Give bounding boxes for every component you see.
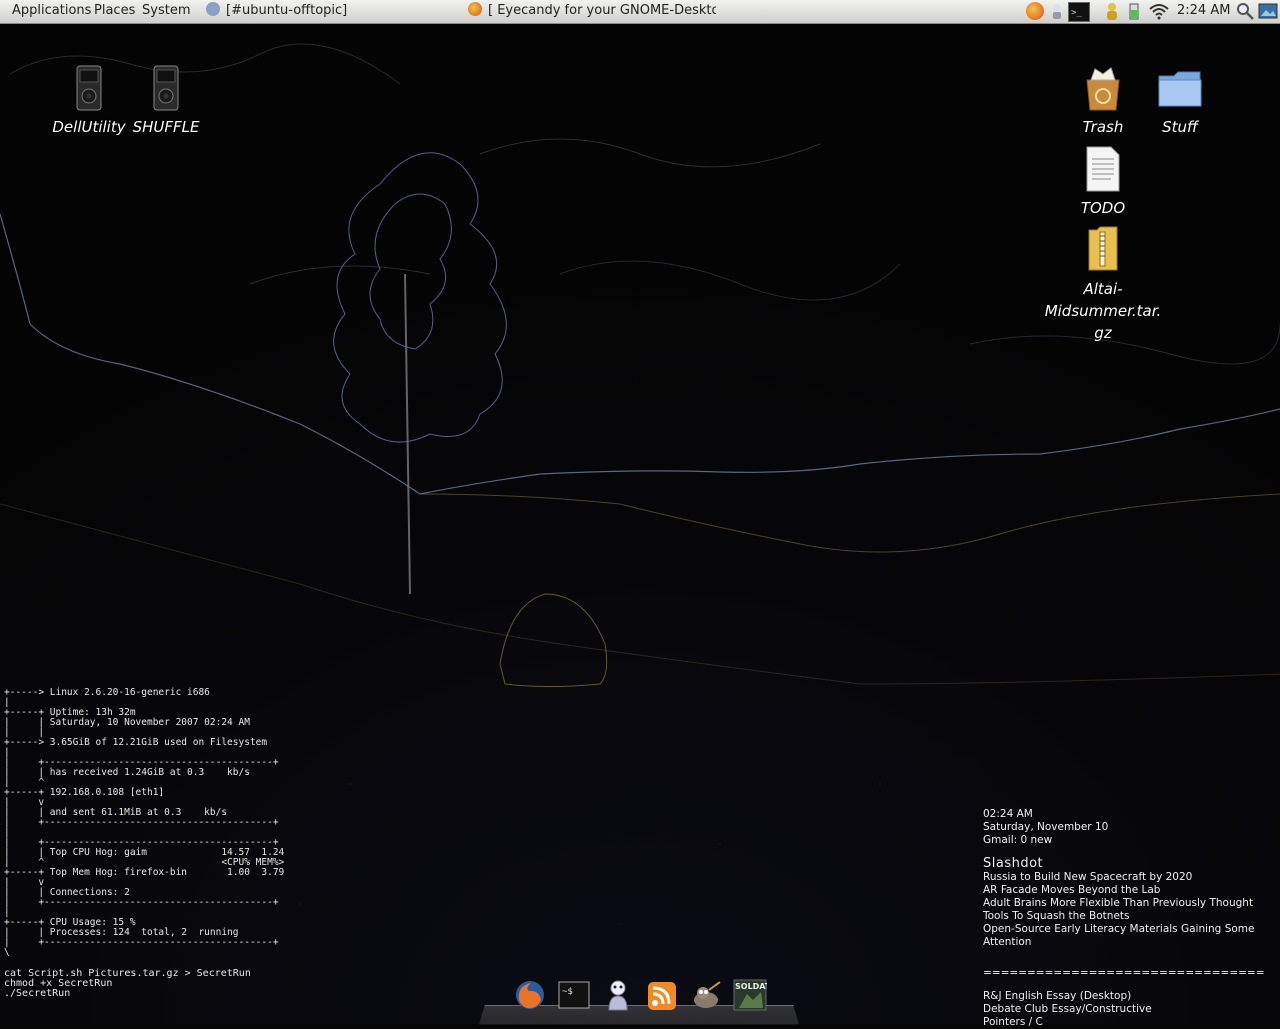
- terminal-icon[interactable]: >_: [1068, 2, 1090, 22]
- desktop-icon[interactable]: [1258, 2, 1278, 20]
- todo-item: Debate Club Essay/Constructive: [983, 1003, 1152, 1015]
- dock-terminal-text: ~$: [562, 987, 573, 997]
- feed-headline: AR Facade Moves Beyond the Lab: [983, 884, 1161, 896]
- taskbar-button-firefox[interactable]: [ Eyecandy for your GNOME-Deskto...: [468, 2, 716, 21]
- firefox-icon: [468, 2, 482, 16]
- info-time: 02:24 AM: [983, 808, 1033, 820]
- pidgin-icon: [608, 980, 628, 1011]
- places-menu[interactable]: Places: [94, 3, 135, 18]
- gmail-status: Gmail: 0 new: [983, 834, 1053, 846]
- conky-line: | +-------------------------------------…: [4, 817, 279, 828]
- dock-soldat-icon[interactable]: SOLDAT: [733, 978, 771, 1012]
- applications-menu[interactable]: Applications: [12, 3, 91, 18]
- desktop-icon-label: Altai-Midsummer.tar. gz: [1044, 280, 1162, 342]
- feed-headline: Tools To Squash the Botnets: [983, 910, 1130, 922]
- user-icon[interactable]: [1103, 2, 1121, 20]
- taskbar-button-irc[interactable]: [#ubuntu-offtopic]: [206, 2, 456, 21]
- conky-line: | | Saturday, 10 November 2007 02:24 AM: [4, 717, 250, 728]
- dock-pidgin-icon[interactable]: [601, 978, 635, 1012]
- terminal-icon: ~$: [558, 981, 590, 1009]
- conky-line: | +-------------------------------------…: [4, 897, 279, 908]
- dock-firefox-icon[interactable]: [513, 978, 547, 1012]
- svg-text:>_: >_: [1071, 8, 1082, 18]
- feed-headline: Russia to Build New Spacecraft by 2020: [983, 871, 1193, 883]
- conky-line: +-----> 3.65GiB of 12.21GiB used on File…: [4, 737, 268, 748]
- feed-title: Slashdot: [983, 856, 1044, 871]
- top-panel: Applications Places System [#ubuntu-offt…: [0, 0, 1280, 24]
- battery-icon: [1128, 2, 1140, 20]
- separator: ================================: [983, 967, 1265, 979]
- dock-gimp-icon[interactable]: [689, 978, 723, 1012]
- firefox-icon[interactable]: [1026, 2, 1044, 20]
- wifi-icon[interactable]: [1148, 2, 1170, 20]
- desktop-icon-shuffle[interactable]: SHUFFLE: [116, 64, 216, 136]
- system-menu[interactable]: System: [142, 3, 190, 18]
- desktop-icon-label: Stuff: [1162, 118, 1198, 136]
- taskbar-label: [#ubuntu-offtopic]: [226, 3, 348, 18]
- todo-item: R&J English Essay (Desktop): [983, 990, 1132, 1002]
- archive-icon: [1088, 226, 1118, 271]
- conky-system-monitor: +-----> Linux 2.6.20-16-generic i686 | +--…: [4, 688, 304, 958]
- pidgin-icon[interactable]: [1048, 2, 1066, 20]
- ipod-icon: [76, 65, 102, 111]
- rss-icon: [648, 982, 676, 1010]
- conky-line: \: [4, 947, 10, 958]
- shell-command-overlay: cat Script.sh Pictures.tar.gz > SecretRu…: [4, 969, 251, 999]
- desktop-icon-stuff[interactable]: Stuff: [1130, 66, 1230, 136]
- ipod-icon: [153, 65, 179, 111]
- search-icon[interactable]: [1236, 2, 1254, 20]
- feed-headline: Adult Brains More Flexible Than Previous…: [983, 897, 1254, 909]
- feed-headline: Open-Source Early Literacy Materials Gai…: [983, 923, 1255, 948]
- gimp-icon: [694, 981, 721, 1008]
- dock-rss-icon[interactable]: [645, 978, 679, 1012]
- soldat-icon: SOLDAT: [733, 979, 771, 1011]
- conky-line: +-----> Linux 2.6.20-16-generic i686: [4, 687, 210, 698]
- desktop-icon-label: TODO: [1080, 199, 1126, 217]
- desktop-icon-altai-archive[interactable]: Altai-Midsummer.tar. gz: [1035, 224, 1171, 344]
- info-widget: 02:24 AM Saturday, November 10 Gmail: 0 …: [983, 808, 1278, 1029]
- conky-line: | | has received 1.24GiB at 0.3 kb/s: [4, 767, 250, 778]
- soldat-label: SOLDAT: [735, 982, 767, 991]
- todo-item: Pointers / C: [983, 1016, 1043, 1028]
- text-file-icon: [1086, 146, 1120, 192]
- conky-line: +-----+ 192.168.0.108 [eth1]: [4, 787, 165, 798]
- trash-icon: [1086, 67, 1120, 111]
- folder-icon: [1158, 71, 1202, 107]
- chat-icon: [206, 2, 220, 16]
- panel-clock[interactable]: 2:24 AM: [1177, 3, 1230, 18]
- conky-line: | +-------------------------------------…: [4, 937, 279, 948]
- dock-terminal-icon[interactable]: ~$: [557, 978, 591, 1012]
- taskbar-label: [ Eyecandy for your GNOME-Deskto...: [488, 3, 716, 18]
- firefox-icon: [516, 981, 544, 1009]
- shell-line: ./SecretRun: [4, 988, 71, 999]
- info-date: Saturday, November 10: [983, 821, 1109, 833]
- desktop-icon-todo[interactable]: TODO: [1053, 145, 1153, 217]
- conky-line: +-----+ Top Mem Hog: firefox-bin 1.00 3.…: [4, 867, 285, 878]
- desktop-icon-label: SHUFFLE: [132, 118, 200, 136]
